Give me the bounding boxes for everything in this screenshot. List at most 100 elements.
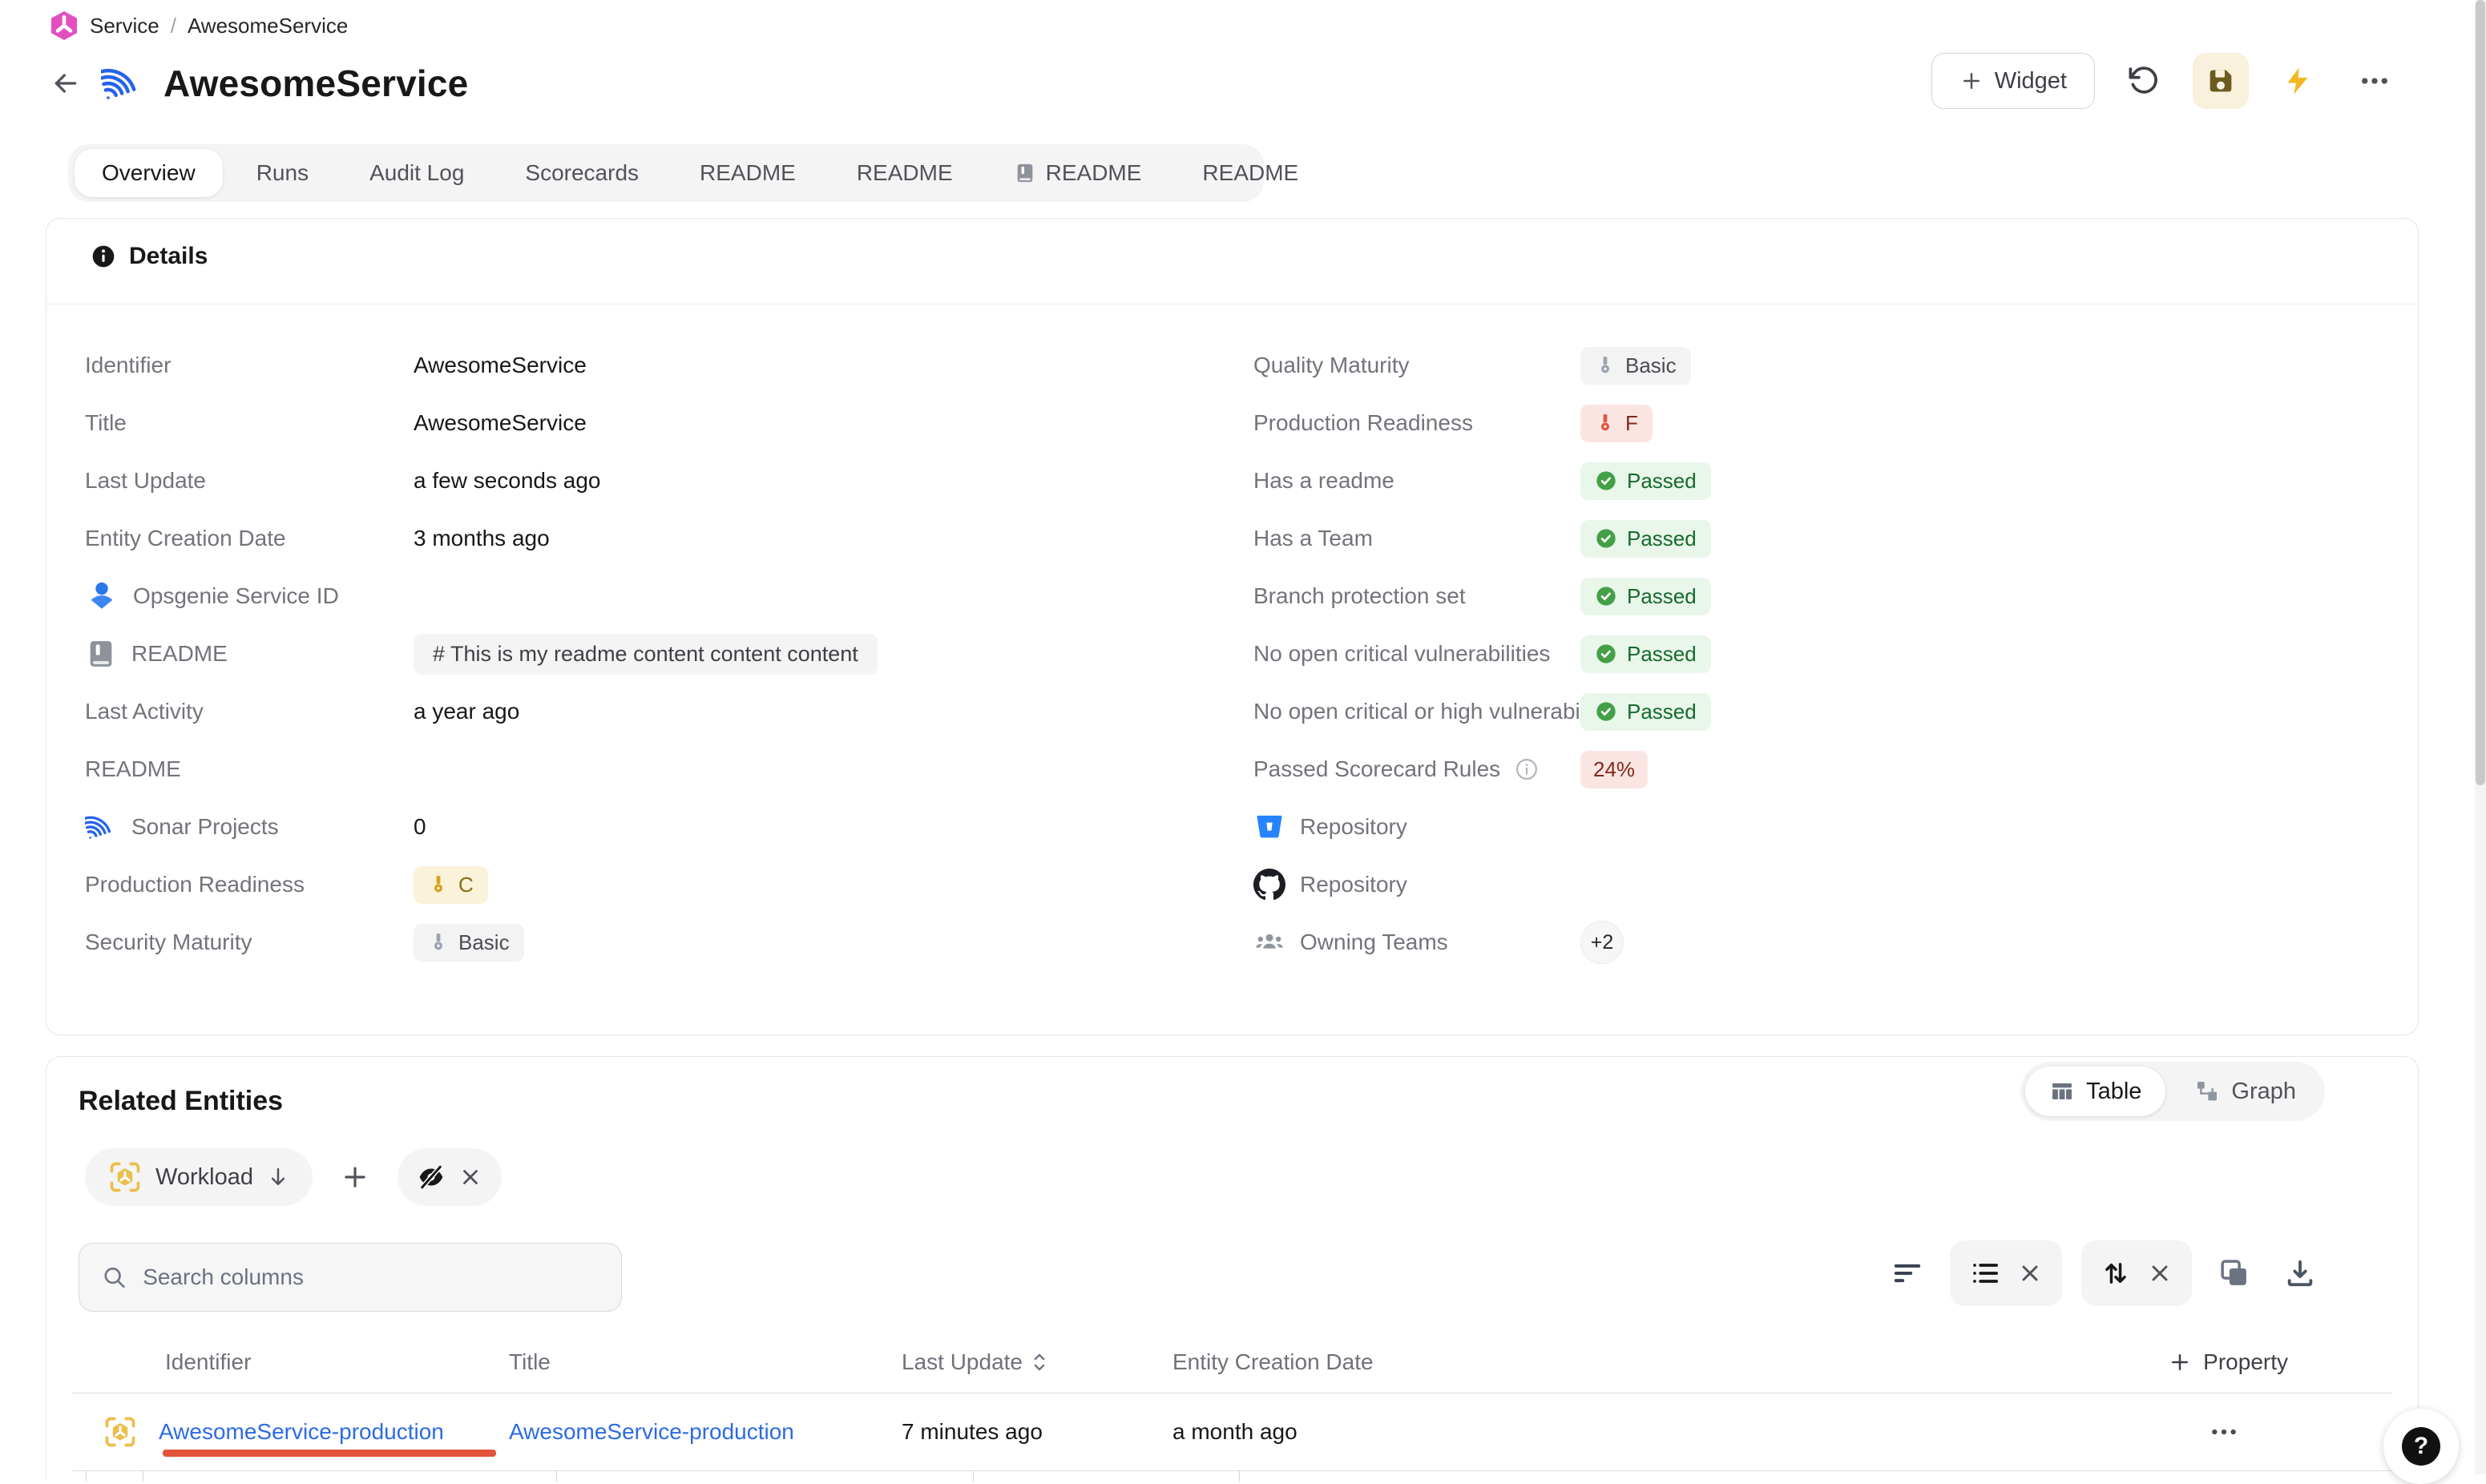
detail-row: Repository: [1253, 856, 2375, 913]
add-property-label: Property: [2203, 1349, 2288, 1375]
column-label: Last Update: [902, 1349, 1023, 1375]
detail-label: Sonar Projects: [131, 814, 279, 840]
view-toggle-label: Table: [2086, 1079, 2141, 1105]
workload-icon: [107, 1159, 143, 1195]
entity-filter-label: Workload: [155, 1164, 253, 1191]
sort-chevrons-icon: [1031, 1352, 1048, 1373]
tab-audit-log[interactable]: Audit Log: [342, 149, 491, 197]
clear-group-by-button[interactable]: [2017, 1260, 2043, 1286]
detail-row: Owning Teams +2: [1253, 913, 2375, 971]
save-button[interactable]: [2193, 53, 2249, 109]
copy-icon: [2218, 1256, 2251, 1290]
detail-row: README # This is my readme content conte…: [85, 625, 1207, 683]
scrollbar-thumb[interactable]: [2476, 0, 2485, 785]
status-badge: Passed: [1580, 520, 1711, 558]
row-title-link[interactable]: AwesomeService-production: [509, 1419, 794, 1445]
book-icon: [85, 638, 117, 670]
detail-label: Production Readiness: [85, 872, 305, 897]
tab-readme-4[interactable]: README: [1175, 149, 1326, 197]
tab-readme-3[interactable]: README: [987, 149, 1169, 197]
detail-label: Last Activity: [85, 699, 204, 724]
tab-overview[interactable]: Overview: [75, 149, 223, 197]
tab-readme-2[interactable]: README: [829, 149, 980, 197]
detail-label: No open critical or high vulnerabilities: [1253, 699, 1580, 724]
sonar-icon: [85, 811, 117, 843]
detail-label: Production Readiness: [1253, 410, 1473, 436]
detail-row: Repository: [1253, 798, 2375, 856]
detail-value: 0: [414, 814, 426, 840]
header-actions: Widget: [1931, 51, 2403, 111]
add-widget-button[interactable]: Widget: [1931, 53, 2095, 109]
medal-icon: [1595, 355, 1616, 376]
search-columns-box: [79, 1243, 622, 1312]
status-badge: Passed: [1580, 693, 1711, 731]
status-badge: Passed: [1580, 462, 1711, 500]
row-entity-creation-date: a month ago: [1172, 1419, 1297, 1445]
detail-label: Branch protection set: [1253, 583, 1466, 609]
search-columns-input[interactable]: [143, 1264, 599, 1290]
add-filter-button[interactable]: [333, 1155, 377, 1199]
clear-sort-button[interactable]: [2147, 1260, 2173, 1286]
column-header-last-update[interactable]: Last Update: [902, 1349, 1172, 1375]
readme-content-chip: # This is my readme content content cont…: [414, 634, 878, 675]
detail-row: Quality Maturity Basic: [1253, 337, 2375, 394]
automations-button[interactable]: [2270, 53, 2326, 109]
filter-icon: [1891, 1257, 1923, 1289]
tab-label: README: [700, 160, 796, 186]
detail-value: AwesomeService: [414, 353, 587, 378]
tab-scorecards[interactable]: Scorecards: [498, 149, 666, 197]
medal-icon: [428, 874, 449, 895]
more-options-button[interactable]: [2347, 53, 2403, 109]
copy-button[interactable]: [2211, 1250, 2258, 1296]
detail-row: Passed Scorecard Rules 24%: [1253, 740, 2375, 798]
detail-label: Entity Creation Date: [85, 526, 286, 551]
detail-label: Repository: [1300, 814, 1407, 840]
add-property-button[interactable]: Property: [2168, 1349, 2392, 1375]
plus-icon: [1959, 69, 1984, 93]
tab-runs[interactable]: Runs: [229, 149, 336, 197]
undo-button[interactable]: [2116, 53, 2172, 109]
detail-row: Entity Creation Date3 months ago: [85, 510, 1207, 567]
workload-icon: [103, 1414, 138, 1450]
ellipsis-icon: [2358, 64, 2391, 98]
port-logo-icon: [50, 10, 79, 41]
breadcrumb-app[interactable]: Service: [90, 14, 159, 38]
detail-value: a few seconds ago: [414, 468, 601, 494]
column-label: Identifier: [165, 1349, 251, 1375]
status-badge: Passed: [1580, 635, 1711, 673]
help-button[interactable]: ?: [2383, 1409, 2459, 1484]
row-actions-button[interactable]: [2208, 1416, 2240, 1448]
filter-button[interactable]: [1884, 1250, 1931, 1296]
view-toggle-table[interactable]: Table: [2025, 1067, 2165, 1116]
group-by-control: [1950, 1240, 2062, 1306]
detail-row: Has a readme Passed: [1253, 452, 2375, 510]
column-header-identifier[interactable]: Identifier: [72, 1349, 509, 1375]
back-button[interactable]: [50, 67, 82, 99]
page-title: AwesomeService: [163, 62, 468, 105]
details-header: Details: [91, 243, 208, 270]
column-header-entity-creation-date[interactable]: Entity Creation Date: [1172, 1349, 2168, 1375]
entity-filter-workload[interactable]: Workload: [85, 1148, 313, 1206]
detail-label: Identifier: [85, 353, 171, 378]
hide-button[interactable]: [417, 1163, 446, 1192]
plus-icon: [2168, 1350, 2192, 1374]
detail-row: Sonar Projects 0: [85, 798, 1207, 856]
divider: [72, 1470, 2392, 1471]
clear-hidden-button[interactable]: [458, 1165, 482, 1189]
tab-readme-1[interactable]: README: [672, 149, 823, 197]
view-toggle-label: Graph: [2231, 1079, 2296, 1105]
column-header-title[interactable]: Title: [509, 1349, 902, 1375]
download-button[interactable]: [2277, 1250, 2323, 1296]
row-identifier-link[interactable]: AwesomeService-production: [159, 1419, 444, 1445]
sort-button[interactable]: [2101, 1258, 2131, 1288]
view-toggle-graph[interactable]: Graph: [2170, 1067, 2320, 1116]
tab-label: README: [1202, 160, 1298, 186]
owning-teams-counter[interactable]: +2: [1580, 921, 1624, 964]
search-icon: [102, 1264, 127, 1291]
badge-label: Passed: [1627, 700, 1697, 724]
detail-row: Identifier AwesomeService: [85, 337, 1207, 394]
book-icon: [1014, 162, 1036, 184]
group-by-button[interactable]: [1969, 1257, 2001, 1289]
badge-label: Basic: [1625, 353, 1677, 378]
tab-bar: Overview Runs Audit Log Scorecards READM…: [68, 144, 1264, 202]
